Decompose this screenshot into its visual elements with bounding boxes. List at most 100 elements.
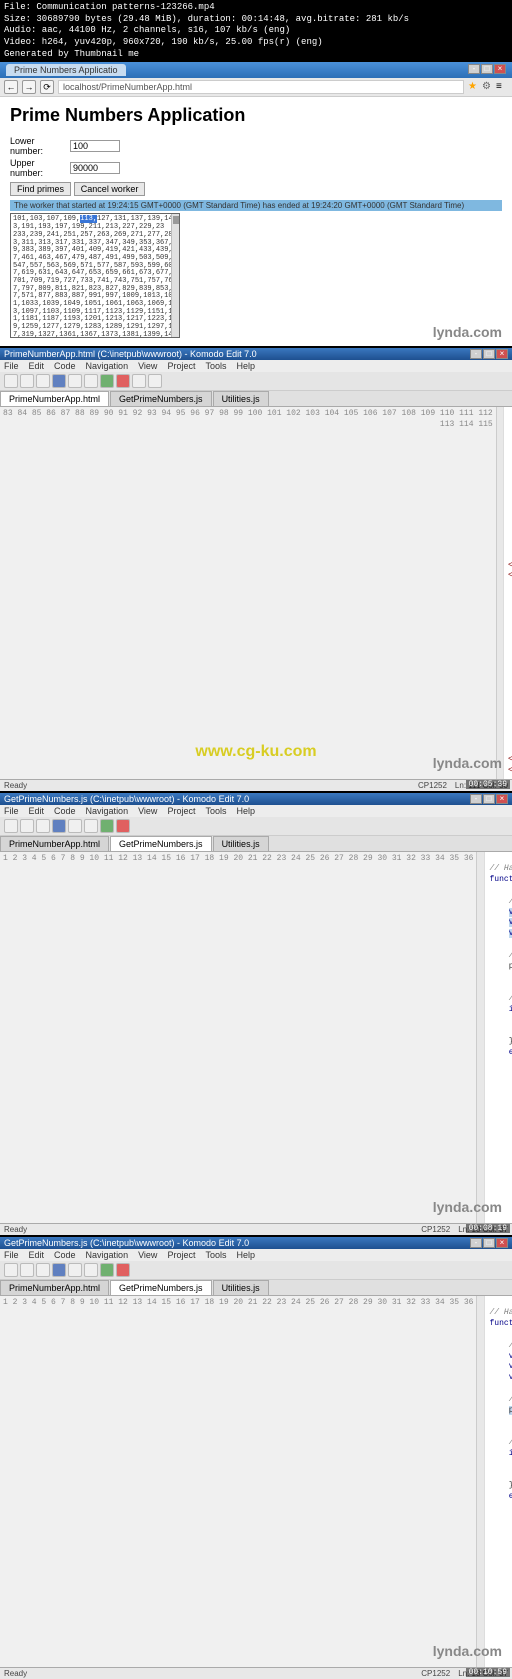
menu-edit[interactable]: Edit [29, 806, 45, 816]
menu-navigation[interactable]: Navigation [86, 1250, 129, 1260]
menu-view[interactable]: View [138, 806, 157, 816]
tool-run-icon[interactable] [100, 1263, 114, 1277]
media-video: Video: h264, yuv420p, 960x720, 190 kb/s,… [4, 37, 508, 49]
lower-input[interactable] [70, 140, 120, 152]
address-bar[interactable]: localhost/PrimeNumberApp.html [58, 80, 464, 94]
menu-help[interactable]: Help [236, 1250, 255, 1260]
tool-paste-icon[interactable] [84, 819, 98, 833]
tool-new-icon[interactable] [4, 819, 18, 833]
ide1-title: PrimeNumberApp.html (C:\inetpub\wwwroot)… [4, 349, 257, 359]
tool-new-icon[interactable] [4, 374, 18, 388]
tool-new-icon[interactable] [4, 1263, 18, 1277]
menu-code[interactable]: Code [54, 1250, 76, 1260]
tab-html[interactable]: PrimeNumberApp.html [0, 1280, 109, 1295]
status-encoding: CP1252 [421, 1669, 450, 1678]
media-file: File: Communication patterns-123266.mp4 [4, 2, 508, 14]
browser-tab[interactable]: Prime Numbers Applicatio [6, 64, 126, 76]
tab-js1[interactable]: GetPrimeNumbers.js [110, 836, 212, 851]
minimize-button[interactable]: - [470, 349, 482, 359]
maximize-button[interactable]: □ [483, 794, 495, 804]
code-content[interactable]: document.getElementById("findPrimesButto… [504, 407, 512, 778]
menu-code[interactable]: Code [54, 806, 76, 816]
tool-open-icon[interactable] [20, 374, 34, 388]
code-content[interactable]: // Handles the message event, to perform… [485, 1296, 512, 1667]
tool-save-icon[interactable] [36, 374, 50, 388]
result-textarea[interactable]: 101,103,107,109,113,127,131,137,139,149,… [10, 213, 180, 338]
tab-html[interactable]: PrimeNumberApp.html [0, 391, 109, 406]
menu-edit[interactable]: Edit [29, 1250, 45, 1260]
tab-js1[interactable]: GetPrimeNumbers.js [110, 391, 212, 406]
menu-tools[interactable]: Tools [205, 806, 226, 816]
reload-button[interactable]: ⟳ [40, 80, 54, 94]
tool-find-icon[interactable] [148, 374, 162, 388]
menu-file[interactable]: File [4, 1250, 19, 1260]
ide1-code[interactable]: 83 84 85 86 87 88 89 90 91 92 93 94 95 9… [0, 407, 512, 778]
tool-save-icon[interactable] [36, 1263, 50, 1277]
close-button[interactable]: × [494, 64, 506, 74]
maximize-button[interactable]: □ [483, 1238, 495, 1248]
scrollbar[interactable] [171, 214, 179, 337]
tool-stop-icon[interactable] [116, 374, 130, 388]
menu-project[interactable]: Project [167, 806, 195, 816]
tool-paste-icon[interactable] [84, 1263, 98, 1277]
code-content[interactable]: // Handles the message event, to perform… [485, 852, 512, 1223]
menu-project[interactable]: Project [167, 1250, 195, 1260]
tool-save-icon[interactable] [36, 819, 50, 833]
settings-icon[interactable]: ⚙ [482, 81, 494, 93]
maximize-button[interactable]: □ [481, 64, 493, 74]
tool-run-icon[interactable] [100, 374, 114, 388]
close-button[interactable]: × [496, 794, 508, 804]
tab-js2[interactable]: Utilities.js [213, 836, 269, 851]
menu-help[interactable]: Help [236, 361, 255, 371]
tool-copy-icon[interactable] [68, 1263, 82, 1277]
menu-project[interactable]: Project [167, 361, 195, 371]
close-button[interactable]: × [496, 349, 508, 359]
menu-tools[interactable]: Tools [205, 361, 226, 371]
bookmark-icon[interactable]: ★ [468, 81, 480, 93]
menu-tools[interactable]: Tools [205, 1250, 226, 1260]
tool-open-icon[interactable] [20, 819, 34, 833]
menu-view[interactable]: View [138, 1250, 157, 1260]
tool-debug-icon[interactable] [132, 374, 146, 388]
back-button[interactable]: ← [4, 80, 18, 94]
tool-copy-icon[interactable] [68, 374, 82, 388]
menu-icon[interactable]: ≡ [496, 81, 508, 93]
tab-js2[interactable]: Utilities.js [213, 391, 269, 406]
browser-titlebar: Prime Numbers Applicatio - □ × [0, 62, 512, 78]
tool-open-icon[interactable] [20, 1263, 34, 1277]
tool-run-icon[interactable] [100, 819, 114, 833]
ide2-code[interactable]: 1 2 3 4 5 6 7 8 9 10 11 12 13 14 15 16 1… [0, 852, 512, 1223]
menu-navigation[interactable]: Navigation [86, 361, 129, 371]
minimize-button[interactable]: - [470, 794, 482, 804]
upper-input[interactable] [70, 162, 120, 174]
menu-view[interactable]: View [138, 361, 157, 371]
cancel-worker-button[interactable]: Cancel worker [74, 182, 146, 196]
tool-stop-icon[interactable] [116, 819, 130, 833]
tool-cut-icon[interactable] [52, 1263, 66, 1277]
ide3-code[interactable]: 1 2 3 4 5 6 7 8 9 10 11 12 13 14 15 16 1… [0, 1296, 512, 1667]
forward-button[interactable]: → [22, 80, 36, 94]
menu-code[interactable]: Code [54, 361, 76, 371]
scrollbar-thumb[interactable] [173, 216, 179, 224]
ide2-title: GetPrimeNumbers.js (C:\inetpub\wwwroot) … [4, 794, 249, 804]
menu-help[interactable]: Help [236, 806, 255, 816]
tool-paste-icon[interactable] [84, 374, 98, 388]
menu-navigation[interactable]: Navigation [86, 806, 129, 816]
tool-cut-icon[interactable] [52, 819, 66, 833]
close-button[interactable]: × [496, 1238, 508, 1248]
tab-js2[interactable]: Utilities.js [213, 1280, 269, 1295]
media-info-header: File: Communication patterns-123266.mp4 … [0, 0, 512, 62]
tool-stop-icon[interactable] [116, 1263, 130, 1277]
find-primes-button[interactable]: Find primes [10, 182, 71, 196]
maximize-button[interactable]: □ [483, 349, 495, 359]
minimize-button[interactable]: - [468, 64, 480, 74]
tab-js1[interactable]: GetPrimeNumbers.js [110, 1280, 212, 1295]
minimize-button[interactable]: - [470, 1238, 482, 1248]
menu-file[interactable]: File [4, 806, 19, 816]
tool-copy-icon[interactable] [68, 819, 82, 833]
menu-edit[interactable]: Edit [29, 361, 45, 371]
menu-file[interactable]: File [4, 361, 19, 371]
tab-html[interactable]: PrimeNumberApp.html [0, 836, 109, 851]
tool-cut-icon[interactable] [52, 374, 66, 388]
status-left: Ready [4, 781, 27, 790]
